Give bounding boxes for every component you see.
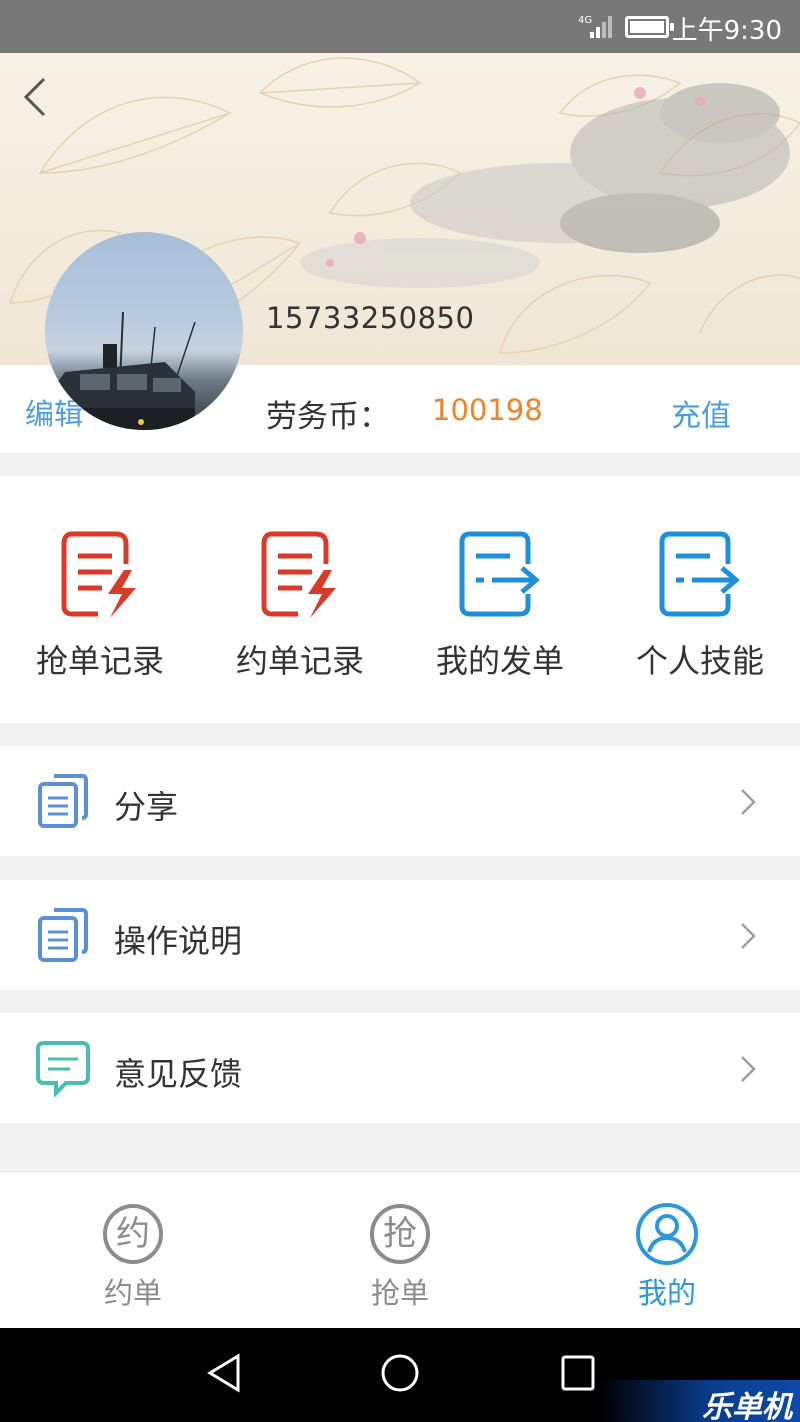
grab-tab-icon: 抢 xyxy=(370,1204,430,1264)
tab-booking[interactable]: 约 约单 xyxy=(0,1172,266,1329)
chevron-right-icon xyxy=(741,1056,756,1082)
bottom-tab-bar: 约 约单 抢 抢单 我的 xyxy=(0,1171,800,1328)
signal-icon: 4G xyxy=(578,15,612,38)
tab-grab[interactable]: 抢 抢单 xyxy=(267,1172,533,1329)
red-document-bolt-icon xyxy=(261,531,336,618)
blue-document-export-icon xyxy=(659,531,740,617)
menu-item-label: 意见反馈 xyxy=(114,1055,243,1093)
status-bar: 4G 上午9:30 xyxy=(0,0,800,53)
avatar[interactable] xyxy=(45,232,243,430)
menu-item-feedback[interactable]: 意见反馈 xyxy=(0,1013,800,1123)
menu-item-label: 操作说明 xyxy=(114,922,243,960)
document-stack-icon xyxy=(38,908,88,962)
booking-tab-icon: 约 xyxy=(103,1204,163,1264)
quick-actions-panel: 抢单记录 约单记录 我的发单 个人技能 xyxy=(0,476,800,723)
blue-document-export-icon xyxy=(459,531,540,617)
back-button[interactable] xyxy=(14,71,62,123)
user-profile-icon xyxy=(636,1203,698,1265)
quick-action-grab-records[interactable]: 抢单记录 xyxy=(0,476,200,723)
battery-icon xyxy=(625,16,674,38)
phone-number: 15733250850 xyxy=(266,301,475,335)
home-circle-icon[interactable] xyxy=(380,1352,420,1394)
menu-item-instructions[interactable]: 操作说明 xyxy=(0,880,800,990)
tab-label: 我的 xyxy=(637,1276,696,1310)
document-stack-icon xyxy=(38,774,88,828)
chevron-left-icon xyxy=(23,77,46,117)
red-document-bolt-icon xyxy=(61,531,136,618)
back-triangle-icon[interactable] xyxy=(204,1352,244,1394)
tab-label: 抢单 xyxy=(370,1276,429,1310)
menu-item-label: 分享 xyxy=(114,788,179,826)
system-navigation-bar: 乐单机 xyxy=(0,1328,800,1422)
recents-square-icon[interactable] xyxy=(560,1352,596,1394)
quick-action-label: 约单记录 xyxy=(235,642,364,680)
tab-label: 约单 xyxy=(103,1276,162,1310)
avatar-photo xyxy=(45,311,196,430)
chevron-right-icon xyxy=(741,923,756,949)
status-time: 上午9:30 xyxy=(671,16,782,46)
quick-action-booking-records[interactable]: 约单记录 xyxy=(200,476,400,723)
quick-action-label: 我的发单 xyxy=(435,642,564,680)
tab-mine[interactable]: 我的 xyxy=(534,1172,800,1329)
menu-item-share[interactable]: 分享 xyxy=(0,746,800,856)
watermark-logo: 乐单机 xyxy=(600,1380,800,1422)
chat-bubble-icon xyxy=(36,1041,90,1097)
chevron-right-icon xyxy=(741,789,756,815)
watermark-text: 乐单机 xyxy=(702,1390,792,1422)
coin-balance: 100198 xyxy=(432,393,543,427)
coin-label: 劳务币： xyxy=(266,399,390,435)
quick-action-personal-skills[interactable]: 个人技能 xyxy=(600,476,800,723)
quick-action-my-posts[interactable]: 我的发单 xyxy=(400,476,600,723)
quick-action-label: 抢单记录 xyxy=(35,642,164,680)
network-type: 4G xyxy=(578,15,592,26)
recharge-button[interactable]: 充值 xyxy=(671,391,731,435)
quick-action-label: 个人技能 xyxy=(635,642,764,680)
